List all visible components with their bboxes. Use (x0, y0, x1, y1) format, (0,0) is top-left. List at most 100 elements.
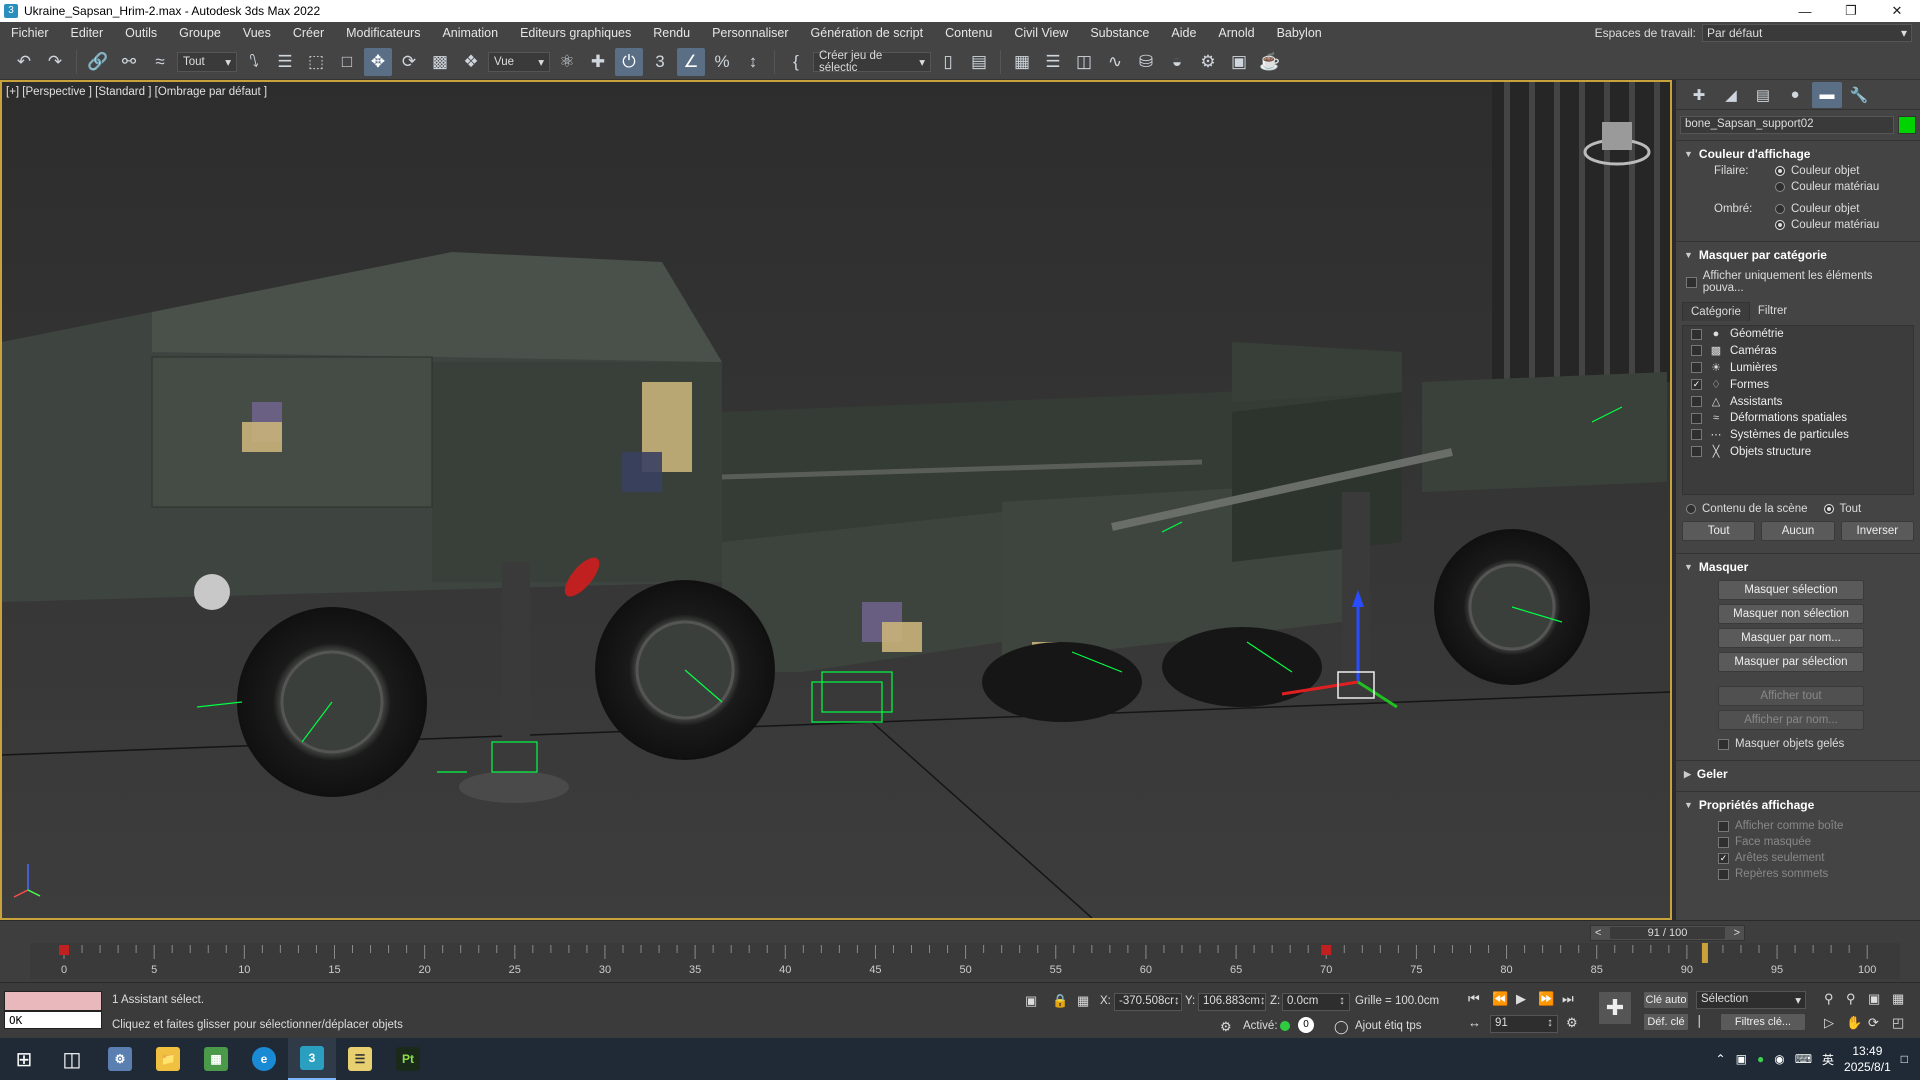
spinner-snap-icon[interactable]: ↕ (739, 48, 767, 76)
link-icon[interactable]: 🔗 (84, 48, 112, 76)
wechat-icon[interactable]: ● (1757, 1052, 1764, 1066)
hide-by-name-button[interactable]: Masquer par nom... (1718, 628, 1864, 648)
file-explorer-icon[interactable]: 📁 (144, 1038, 192, 1080)
next-frame-icon[interactable]: > (1734, 927, 1740, 939)
edit-named-selection-icon[interactable]: { (782, 48, 810, 76)
viewport-label[interactable]: [+] [Perspective ] [Standard ] [Ombrage … (6, 86, 267, 98)
named-selection-dropdown[interactable]: Créer jeu de sélectic ▾ (813, 50, 931, 74)
rollout-header[interactable]: ▼ Propriétés affichage (1676, 796, 1920, 814)
invert-button[interactable]: Inverser (1840, 521, 1914, 541)
modify-tab-icon[interactable]: ◢ (1716, 82, 1746, 108)
notification-icon[interactable]: □ (1901, 1052, 1908, 1066)
hierarchy-tab-icon[interactable]: ▤ (1748, 82, 1778, 108)
shaded-material-color-radio[interactable] (1775, 220, 1785, 230)
menu-item-substance[interactable]: Substance (1079, 26, 1160, 40)
shaded-object-color-radio[interactable] (1775, 204, 1785, 214)
zoom-icon[interactable]: ⚲ (1824, 991, 1834, 1007)
vertex-ticks-checkbox[interactable] (1718, 868, 1729, 880)
perspective-viewport[interactable]: [+] [Perspective ] [Standard ] [Ombrage … (0, 80, 1672, 920)
menu-item-editeurs-graphiques[interactable]: Editeurs graphiques (509, 26, 642, 40)
keyboard-icon[interactable]: ⌨ (1795, 1052, 1812, 1066)
ime-indicator[interactable]: 英 (1822, 1051, 1834, 1068)
move-icon[interactable]: ✥ (364, 47, 392, 76)
track-bar[interactable]: 0 5 10 15 20 25 30 35 40 45 50 55 60 65 70 75 80 85 90 95 10… (30, 943, 1900, 979)
show-only-checkbox[interactable] (1686, 276, 1697, 288)
close-button[interactable]: ✕ (1874, 3, 1920, 19)
ribbon-icon[interactable]: ◫ (1070, 48, 1098, 76)
zoom-all-icon[interactable]: ⚲ (1846, 991, 1856, 1007)
category-item[interactable]: ▩ Caméras (1683, 342, 1913, 359)
time-config-icon[interactable]: ⚙ (1566, 1015, 1578, 1031)
menu-item-cr-er[interactable]: Créer (282, 26, 335, 40)
edges-only-checkbox[interactable]: ✓ (1718, 852, 1729, 864)
menu-item-personnaliser[interactable]: Personnaliser (701, 26, 799, 40)
display-as-box-checkbox[interactable] (1718, 820, 1729, 832)
maximize-viewport-icon[interactable]: ◰ (1892, 1015, 1904, 1031)
add-time-tag[interactable]: Ajout étiq tps (1355, 1020, 1421, 1032)
menu-item-outils[interactable]: Outils (114, 26, 168, 40)
clock[interactable]: 13:49 2025/8/1 (1844, 1043, 1891, 1075)
3ds-max-taskbar-icon[interactable]: 3 (288, 1038, 336, 1080)
menu-item-contenu[interactable]: Contenu (934, 26, 1003, 40)
category-checkbox[interactable] (1691, 328, 1702, 340)
menu-item-editer[interactable]: Editer (60, 26, 115, 40)
keyboard-shortcut-icon[interactable]: ⏻ (615, 47, 643, 76)
hide-frozen-checkbox[interactable] (1718, 738, 1729, 750)
redo-icon[interactable]: ↷ (41, 48, 69, 76)
time-slider[interactable]: < 91 / 100 > (1590, 925, 1745, 941)
workspace-dropdown[interactable]: Par défaut ▾ (1702, 24, 1912, 42)
auto-key-button[interactable]: Clé auto (1643, 991, 1689, 1009)
display-tab-icon[interactable]: ▬ (1812, 81, 1842, 108)
time-tag-icon[interactable]: ◯ (1334, 1019, 1349, 1035)
category-checkbox[interactable] (1691, 345, 1702, 356)
percent-snap-icon[interactable]: % (708, 48, 736, 76)
minimize-button[interactable]: — (1782, 4, 1828, 19)
go-to-end-icon[interactable]: ⏭ (1562, 991, 1574, 1007)
layer-explorer-icon[interactable]: ☰ (1039, 48, 1067, 76)
angle-snap-icon[interactable]: ∠ (677, 47, 705, 76)
restore-button[interactable]: ❐ (1828, 3, 1874, 19)
maxscript-listener[interactable] (4, 991, 102, 1011)
window-crossing-icon[interactable]: □ (333, 48, 361, 76)
menu-item-g-n-ration-de-script[interactable]: Génération de script (800, 26, 935, 40)
schematic-view-icon[interactable]: ⛁ (1132, 48, 1160, 76)
category-checkbox[interactable] (1691, 429, 1702, 440)
menu-item-civil-view[interactable]: Civil View (1003, 26, 1079, 40)
notepad-icon[interactable]: ☰ (336, 1038, 384, 1080)
category-item[interactable]: ✓ ♢ Formes (1683, 376, 1913, 393)
unhide-by-name-button[interactable]: Afficher par nom... (1718, 710, 1864, 730)
select-object-icon[interactable]: ⭛ (240, 48, 268, 76)
category-item[interactable]: ╳ Objets structure (1683, 443, 1913, 460)
mirror-icon[interactable]: ▯ (934, 48, 962, 76)
category-checkbox[interactable] (1691, 412, 1702, 424)
key-mode-icon[interactable]: ↔ (1468, 1015, 1481, 1030)
rect-selection-icon[interactable]: ⬚ (302, 48, 330, 76)
rotate-icon[interactable]: ⟳ (395, 48, 423, 76)
category-item[interactable]: ≈ Déformations spatiales (1683, 410, 1913, 426)
zoom-extents-icon[interactable]: ▣ (1868, 991, 1880, 1007)
tab-filter[interactable]: Filtrer (1750, 302, 1795, 321)
place-icon[interactable]: ❖ (457, 48, 485, 76)
motion-tab-icon[interactable]: ● (1780, 82, 1810, 108)
task-view-icon[interactable]: ◫ (48, 1038, 96, 1080)
utilities-tab-icon[interactable]: 🔧 (1844, 82, 1874, 108)
rollout-header[interactable]: ▶ Geler (1676, 765, 1920, 783)
rollout-header[interactable]: ▼ Masquer (1676, 558, 1920, 576)
adaptive-degradation-icon[interactable]: ⚙ (1220, 1019, 1232, 1035)
object-name-field[interactable]: bone_Sapsan_support02 (1680, 116, 1894, 134)
category-checkbox[interactable]: ✓ (1691, 379, 1702, 390)
create-tab-icon[interactable]: ✚ (1684, 82, 1714, 108)
orbit-icon[interactable]: ⟳ (1868, 1015, 1879, 1031)
bind-spacewarp-icon[interactable]: ≈ (146, 48, 174, 76)
category-checkbox[interactable] (1691, 396, 1702, 407)
chevron-up-icon[interactable]: ⌃ (1716, 1052, 1726, 1066)
app-icon-2[interactable]: ▦ (192, 1038, 240, 1080)
current-frame-field[interactable]: 91 ↕ (1490, 1015, 1558, 1033)
key-filters-button[interactable]: Filtres clé... (1720, 1013, 1806, 1031)
align-icon[interactable]: ▤ (965, 48, 993, 76)
x-coord-field[interactable]: -370.508cr ↕ (1114, 993, 1182, 1011)
hide-by-hit-button[interactable]: Masquer par sélection (1718, 652, 1864, 672)
scale-icon[interactable]: ▩ (426, 48, 454, 76)
backface-cull-checkbox[interactable] (1718, 836, 1729, 848)
prev-frame-icon[interactable]: < (1595, 927, 1601, 939)
